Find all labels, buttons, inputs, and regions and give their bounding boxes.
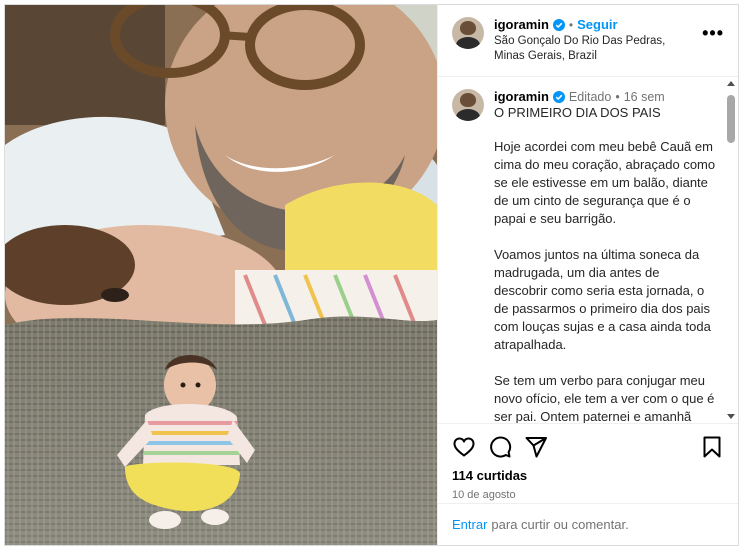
caption-body: igoramin Editado • 16 sem O PRIMEIRO DIA… bbox=[494, 89, 716, 423]
caption-paragraph: Voamos juntos na última soneca da madrug… bbox=[494, 247, 711, 352]
caption-title: O PRIMEIRO DIA DOS PAIS bbox=[494, 105, 661, 120]
scroll-up-arrow-icon[interactable] bbox=[727, 81, 735, 86]
post-age[interactable]: 16 sem bbox=[624, 90, 665, 104]
bookmark-icon[interactable] bbox=[700, 435, 724, 459]
caption: igoramin Editado • 16 sem O PRIMEIRO DIA… bbox=[438, 77, 738, 423]
scrollbar[interactable] bbox=[726, 81, 736, 419]
photo-illustration bbox=[5, 5, 437, 545]
login-link[interactable]: Entrar bbox=[452, 517, 487, 532]
caption-header: igoramin Editado • 16 sem bbox=[494, 89, 716, 104]
scrollbar-thumb[interactable] bbox=[727, 95, 735, 143]
caption-avatar[interactable] bbox=[452, 89, 484, 121]
caption-username-link[interactable]: igoramin bbox=[494, 89, 549, 104]
post-panel: igoramin • Seguir São Gonçalo Do Rio Das… bbox=[437, 5, 738, 545]
post-photo[interactable] bbox=[5, 5, 437, 545]
likes-count[interactable]: 114 curtidas bbox=[452, 468, 724, 483]
post-header: igoramin • Seguir São Gonçalo Do Rio Das… bbox=[438, 5, 738, 77]
action-icons bbox=[452, 434, 724, 460]
post-date[interactable]: 10 de agosto bbox=[452, 489, 724, 501]
header-text: igoramin • Seguir São Gonçalo Do Rio Das… bbox=[494, 17, 694, 64]
caption-paragraph: Se tem um verbo para conjugar meu novo o… bbox=[494, 373, 715, 423]
follow-button[interactable]: Seguir bbox=[577, 17, 617, 32]
heart-icon[interactable] bbox=[452, 435, 476, 459]
location-link[interactable]: São Gonçalo Do Rio Das Pedras, Minas Ger… bbox=[494, 34, 694, 64]
caption-scroll-area[interactable]: igoramin Editado • 16 sem O PRIMEIRO DIA… bbox=[438, 77, 738, 423]
username-link[interactable]: igoramin bbox=[494, 17, 549, 32]
post-dialog: igoramin • Seguir São Gonçalo Do Rio Das… bbox=[4, 4, 739, 546]
avatar[interactable] bbox=[452, 17, 484, 49]
edited-label: Editado bbox=[568, 89, 612, 104]
share-icon[interactable] bbox=[524, 435, 548, 459]
separator-dot: • bbox=[568, 17, 574, 32]
verified-badge-icon bbox=[552, 90, 565, 103]
header-user-line: igoramin • Seguir bbox=[494, 17, 694, 32]
more-options-icon[interactable]: ••• bbox=[702, 23, 724, 44]
login-prompt-text: para curtir ou comentar. bbox=[491, 517, 629, 532]
separator-dot: • bbox=[615, 89, 620, 104]
comment-icon[interactable] bbox=[488, 435, 512, 459]
add-comment-bar: Entrar para curtir ou comentar. bbox=[438, 503, 738, 545]
caption-text: O PRIMEIRO DIA DOS PAIS Hoje acordei com… bbox=[494, 104, 716, 423]
scroll-down-arrow-icon[interactable] bbox=[727, 414, 735, 419]
verified-badge-icon bbox=[552, 18, 565, 31]
caption-paragraph: Hoje acordei com meu bebê Cauã em cima d… bbox=[494, 139, 716, 226]
